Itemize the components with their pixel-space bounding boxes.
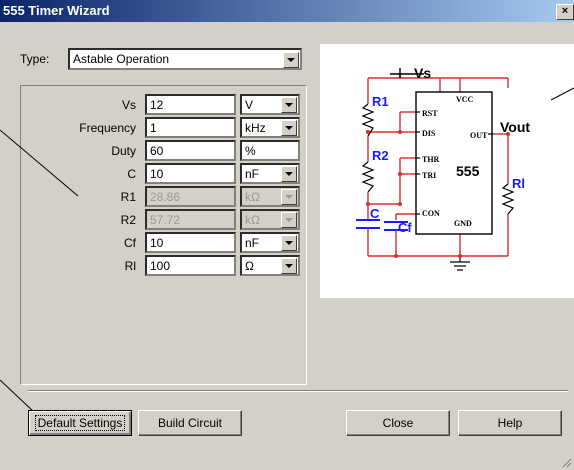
- resize-grip-icon[interactable]: [560, 456, 572, 468]
- build-circuit-button[interactable]: Build Circuit: [138, 410, 242, 436]
- close-button[interactable]: Close: [346, 410, 450, 436]
- default-settings-label: Default Settings: [34, 415, 126, 431]
- default-settings-button[interactable]: Default Settings: [28, 410, 132, 436]
- help-button[interactable]: Help: [458, 410, 562, 436]
- callout-lines: [0, 87, 574, 413]
